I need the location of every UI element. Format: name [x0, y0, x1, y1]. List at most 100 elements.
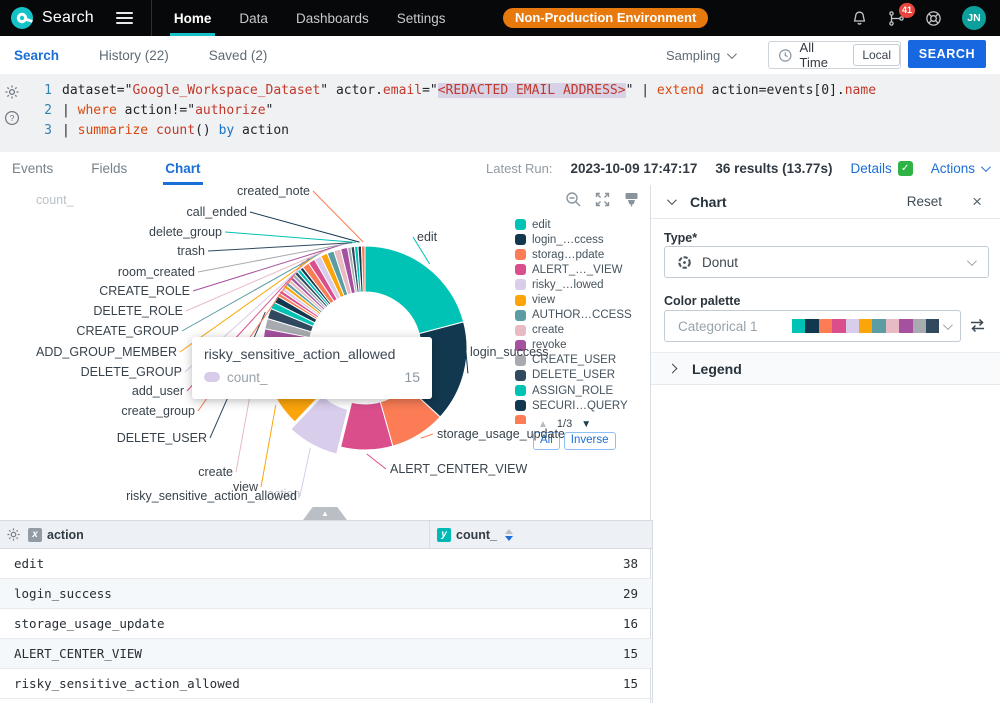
- chart-type-select[interactable]: Donut: [664, 246, 989, 278]
- details-link[interactable]: Details✓: [850, 161, 912, 176]
- legend-label: ALERT_…_VIEW: [532, 264, 623, 276]
- palette-color-swatch: [926, 319, 939, 332]
- table-row-storage_usage_update[interactable]: storage_usage_update16: [0, 609, 652, 639]
- legend-item-ASSIGN_ROLE[interactable]: ASSIGN_ROLE: [515, 383, 649, 398]
- sort-icon[interactable]: [505, 529, 513, 541]
- result-tab-events[interactable]: Events: [12, 152, 53, 185]
- legend-item-create[interactable]: create: [515, 323, 649, 338]
- legend-item-CREATE_USER[interactable]: CREATE_USER: [515, 353, 649, 368]
- tab-search[interactable]: Search: [14, 48, 59, 63]
- legend-label: edit: [532, 219, 551, 231]
- cell-action: login_success: [0, 586, 429, 601]
- table-body: edit38login_success29storage_usage_updat…: [0, 549, 652, 699]
- topnav-data[interactable]: Data: [239, 0, 268, 36]
- legend-item-revoke[interactable]: revoke: [515, 338, 649, 353]
- results-toolbar: EventsFieldsChart Latest Run: 2023-10-09…: [0, 152, 1000, 186]
- settings-title: Chart: [690, 194, 727, 210]
- search-toolbar: Search History (22) Saved (2) Sampling A…: [0, 36, 1000, 75]
- sampling-dropdown[interactable]: Sampling: [666, 36, 734, 74]
- palette-color-swatch: [819, 319, 832, 332]
- search-tabs: Search History (22) Saved (2): [14, 36, 267, 74]
- legend-page-down-icon[interactable]: ▼: [581, 419, 591, 430]
- tab-history[interactable]: History (22): [99, 48, 169, 63]
- time-range-value[interactable]: All Time: [800, 40, 845, 70]
- timezone-local-button[interactable]: Local: [853, 44, 900, 66]
- palette-color-swatch: [832, 319, 845, 332]
- legend-item-risky_…lowed[interactable]: risky_…lowed: [515, 277, 649, 292]
- palette-field-label: Color palette: [664, 294, 740, 308]
- table-row-ALERT_CENTER_VIEW[interactable]: ALERT_CENTER_VIEW15: [0, 639, 652, 669]
- user-avatar[interactable]: JN: [962, 6, 986, 30]
- chevron-down-icon[interactable]: [667, 195, 677, 205]
- result-tab-chart[interactable]: Chart: [165, 152, 200, 185]
- top-nav: Home Data Dashboards Settings: [174, 0, 446, 36]
- legend-item-SECURI…QUERY[interactable]: SECURI…QUERY: [515, 398, 649, 413]
- table-settings-gear-icon[interactable]: [6, 527, 21, 542]
- legend-item-edit[interactable]: edit: [515, 217, 649, 232]
- topnav-dashboards[interactable]: Dashboards: [296, 0, 369, 36]
- chart-type-value: Donut: [702, 255, 738, 270]
- cell-action: ALERT_CENTER_VIEW: [0, 646, 429, 661]
- legend-swatch: [515, 249, 526, 260]
- legend-item-login_…ccess[interactable]: login_…ccess: [515, 232, 649, 247]
- legend-swatch: [515, 400, 526, 411]
- tooltip-series-swatch: [204, 372, 220, 382]
- legend-item-DELETE_USER[interactable]: DELETE_USER: [515, 368, 649, 383]
- line-number: 2: [0, 101, 62, 121]
- query-line[interactable]: | where action!="authorize": [62, 103, 273, 118]
- actions-dropdown[interactable]: Actions: [931, 161, 988, 176]
- query-line[interactable]: dataset="Google_Workspace_Dataset" actor…: [62, 83, 876, 98]
- query-text[interactable]: 1dataset="Google_Workspace_Dataset" acto…: [0, 81, 876, 141]
- chevron-down-icon: [727, 49, 737, 59]
- app-root: Search HomeDataDashboardsSettings Non-Pr…: [0, 0, 1000, 703]
- column-header-action[interactable]: action: [47, 528, 84, 542]
- legend-item-ALERT_…_VIEW[interactable]: ALERT_…_VIEW: [515, 262, 649, 277]
- notifications-bell-icon[interactable]: [851, 10, 868, 27]
- query-line[interactable]: | summarize count() by action: [62, 123, 289, 138]
- result-tabs: Events Fields Chart: [12, 152, 201, 185]
- palette-color-swatch: [792, 319, 805, 332]
- top-bar: Search HomeDataDashboardsSettings Non-Pr…: [0, 0, 1000, 36]
- legend-item-storag…pdate[interactable]: storag…pdate: [515, 247, 649, 262]
- query-editor[interactable]: ? 1dataset="Google_Workspace_Dataset" ac…: [0, 74, 1000, 152]
- y-axis-badge: y: [437, 528, 451, 542]
- time-range-control[interactable]: All Time Local: [768, 41, 901, 69]
- swap-colors-icon[interactable]: [968, 316, 987, 335]
- legend-swatch: [515, 415, 526, 424]
- reset-button[interactable]: Reset: [907, 194, 942, 209]
- cell-action: edit: [0, 556, 429, 571]
- legend-all-button[interactable]: All: [533, 432, 560, 450]
- legend-section-header[interactable]: Legend: [651, 352, 1000, 385]
- legend-item-AUTHOR…CCESS[interactable]: AUTHOR…CCESS: [515, 308, 649, 323]
- table-row-edit[interactable]: edit38: [0, 549, 652, 579]
- tooltip-series-name: count_: [227, 370, 397, 385]
- close-icon[interactable]: ×: [972, 193, 982, 210]
- column-header-count[interactable]: count_: [456, 528, 497, 542]
- workflow-branch-icon[interactable]: 41: [888, 10, 905, 27]
- legend-swatch: [515, 279, 526, 290]
- palette-value: Categorical 1: [678, 319, 758, 334]
- result-tab-fields[interactable]: Fields: [91, 152, 127, 185]
- leader-line: [225, 232, 356, 242]
- details-check-icon: ✓: [898, 161, 913, 176]
- table-row-login_success[interactable]: login_success29: [0, 579, 652, 609]
- table-row-risky_sensitive_action_allowed[interactable]: risky_sensitive_action_allowed15: [0, 669, 652, 699]
- donut-slice-edit[interactable]: [365, 246, 464, 334]
- app-logo-icon[interactable]: [10, 6, 34, 30]
- tab-saved[interactable]: Saved (2): [209, 48, 268, 63]
- chart-tooltip: risky_sensitive_action_allowed count_ 15: [192, 337, 432, 399]
- help-lifebuoy-icon[interactable]: [925, 10, 942, 27]
- latest-run-label: Latest Run:: [486, 161, 553, 176]
- palette-color-swatch: [859, 319, 872, 332]
- topnav-settings[interactable]: Settings: [397, 0, 446, 36]
- color-palette-select[interactable]: Categorical 1: [664, 310, 961, 342]
- hamburger-menu-icon[interactable]: [116, 12, 133, 24]
- leader-line: [261, 405, 276, 487]
- legend-item-view[interactable]: view: [515, 292, 649, 307]
- search-button[interactable]: SEARCH: [908, 40, 986, 68]
- cell-action: storage_usage_update: [0, 616, 429, 631]
- topnav-home[interactable]: Home: [174, 0, 212, 36]
- legend-inverse-button[interactable]: Inverse: [564, 432, 616, 450]
- legend-label: login_…ccess: [532, 234, 604, 246]
- legend-page-up-icon[interactable]: ▲: [538, 419, 548, 430]
